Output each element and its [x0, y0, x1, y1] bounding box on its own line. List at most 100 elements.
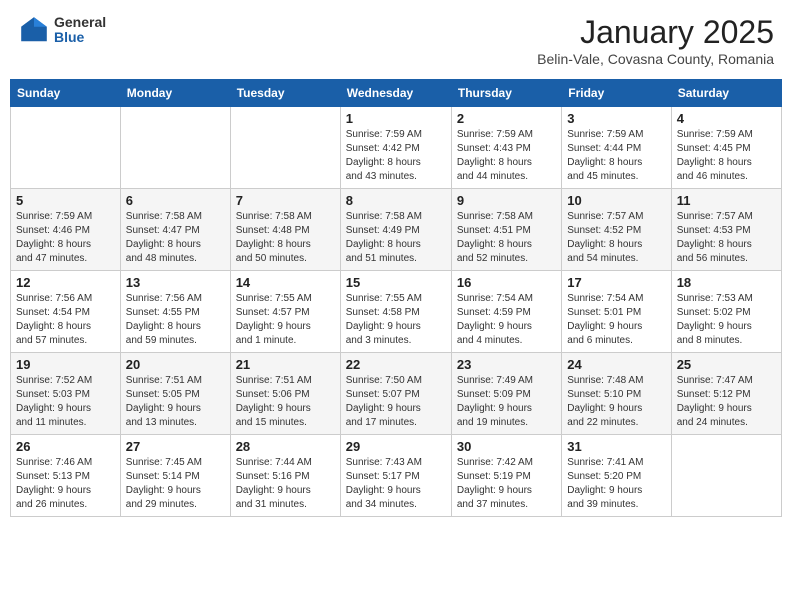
calendar-cell: 26 Sunrise: 7:46 AM Sunset: 5:13 PM Dayli…	[11, 435, 121, 517]
calendar-cell: 5Sunrise: 7:59 AM Sunset: 4:46 PM Daylig…	[11, 189, 121, 271]
calendar-week-row: 1 Sunrise: 7:59 AM Sunset: 4:42 PM Daylig…	[11, 107, 782, 189]
calendar-cell: 22Sunrise: 7:50 AM Sunset: 5:07 PM Dayli…	[340, 353, 451, 435]
calendar-cell: 6Sunrise: 7:58 AM Sunset: 4:47 PM Daylig…	[120, 189, 230, 271]
title-block: January 2025 Belin-Vale, Covasna County,…	[537, 14, 774, 67]
calendar-cell	[120, 107, 230, 189]
calendar-cell: 25 Sunrise: 7:47 AM Sunset: 5:12 PM Dayli…	[671, 353, 781, 435]
day-number: 1	[346, 111, 446, 126]
day-info: Sunrise: 7:56 AM Sunset: 4:55 PM Dayligh…	[126, 292, 225, 348]
day-info: Sunrise: 7:58 AM Sunset: 4:51 PM Dayligh…	[457, 210, 556, 266]
calendar-cell: 3 Sunrise: 7:59 AM Sunset: 4:44 PM Daylig…	[562, 107, 671, 189]
day-number: 19	[16, 357, 115, 372]
calendar-cell: 7Sunrise: 7:58 AM Sunset: 4:48 PM Daylig…	[230, 189, 340, 271]
day-info: Sunrise: 7:57 AM Sunset: 4:52 PM Dayligh…	[567, 210, 665, 266]
calendar-cell: 9 Sunrise: 7:58 AM Sunset: 4:51 PM Daylig…	[451, 189, 561, 271]
day-number: 30	[457, 439, 556, 454]
day-info: Sunrise: 7:59 AM Sunset: 4:45 PM Dayligh…	[677, 128, 776, 184]
day-number: 31	[567, 439, 665, 454]
weekday-header-row: SundayMondayTuesdayWednesdayThursdayFrid…	[11, 80, 782, 107]
day-number: 2	[457, 111, 556, 126]
day-info: Sunrise: 7:56 AM Sunset: 4:54 PM Dayligh…	[16, 292, 115, 348]
day-info: Sunrise: 7:52 AM Sunset: 5:03 PM Dayligh…	[16, 374, 115, 430]
day-info: Sunrise: 7:59 AM Sunset: 4:44 PM Dayligh…	[567, 128, 665, 184]
logo-icon	[18, 14, 50, 46]
day-info: Sunrise: 7:41 AM Sunset: 5:20 PM Dayligh…	[567, 456, 665, 512]
day-info: Sunrise: 7:53 AM Sunset: 5:02 PM Dayligh…	[677, 292, 776, 348]
calendar-cell: 12 Sunrise: 7:56 AM Sunset: 4:54 PM Dayli…	[11, 271, 121, 353]
calendar-cell: 17Sunrise: 7:54 AM Sunset: 5:01 PM Dayli…	[562, 271, 671, 353]
calendar-cell: 27 Sunrise: 7:45 AM Sunset: 5:14 PM Dayli…	[120, 435, 230, 517]
logo-general-text: General	[54, 15, 106, 30]
calendar-cell: 19 Sunrise: 7:52 AM Sunset: 5:03 PM Dayli…	[11, 353, 121, 435]
calendar-cell: 10 Sunrise: 7:57 AM Sunset: 4:52 PM Dayli…	[562, 189, 671, 271]
day-info: Sunrise: 7:47 AM Sunset: 5:12 PM Dayligh…	[677, 374, 776, 430]
day-number: 27	[126, 439, 225, 454]
weekday-header-thursday: Thursday	[451, 80, 561, 107]
calendar-week-row: 26 Sunrise: 7:46 AM Sunset: 5:13 PM Dayli…	[11, 435, 782, 517]
day-number: 12	[16, 275, 115, 290]
day-number: 24	[567, 357, 665, 372]
day-number: 9	[457, 193, 556, 208]
weekday-header-saturday: Saturday	[671, 80, 781, 107]
calendar-cell: 21Sunrise: 7:51 AM Sunset: 5:06 PM Dayli…	[230, 353, 340, 435]
day-number: 14	[236, 275, 335, 290]
calendar-cell	[11, 107, 121, 189]
day-info: Sunrise: 7:44 AM Sunset: 5:16 PM Dayligh…	[236, 456, 335, 512]
day-info: Sunrise: 7:55 AM Sunset: 4:57 PM Dayligh…	[236, 292, 335, 348]
day-number: 17	[567, 275, 665, 290]
day-number: 25	[677, 357, 776, 372]
day-number: 18	[677, 275, 776, 290]
calendar-cell: 13 Sunrise: 7:56 AM Sunset: 4:55 PM Dayli…	[120, 271, 230, 353]
day-info: Sunrise: 7:48 AM Sunset: 5:10 PM Dayligh…	[567, 374, 665, 430]
day-number: 5	[16, 193, 115, 208]
weekday-header-sunday: Sunday	[11, 80, 121, 107]
calendar-week-row: 19 Sunrise: 7:52 AM Sunset: 5:03 PM Dayli…	[11, 353, 782, 435]
day-number: 6	[126, 193, 225, 208]
day-number: 20	[126, 357, 225, 372]
day-info: Sunrise: 7:59 AM Sunset: 4:43 PM Dayligh…	[457, 128, 556, 184]
day-number: 10	[567, 193, 665, 208]
day-info: Sunrise: 7:57 AM Sunset: 4:53 PM Dayligh…	[677, 210, 776, 266]
day-info: Sunrise: 7:59 AM Sunset: 4:42 PM Dayligh…	[346, 128, 446, 184]
day-info: Sunrise: 7:45 AM Sunset: 5:14 PM Dayligh…	[126, 456, 225, 512]
day-number: 13	[126, 275, 225, 290]
calendar-cell: 14 Sunrise: 7:55 AM Sunset: 4:57 PM Dayli…	[230, 271, 340, 353]
month-year-title: January 2025	[537, 14, 774, 51]
calendar-cell: 18 Sunrise: 7:53 AM Sunset: 5:02 PM Dayli…	[671, 271, 781, 353]
day-number: 23	[457, 357, 556, 372]
weekday-header-tuesday: Tuesday	[230, 80, 340, 107]
logo: General Blue	[18, 14, 106, 46]
calendar-cell	[230, 107, 340, 189]
day-info: Sunrise: 7:50 AM Sunset: 5:07 PM Dayligh…	[346, 374, 446, 430]
calendar-week-row: 12 Sunrise: 7:56 AM Sunset: 4:54 PM Dayli…	[11, 271, 782, 353]
calendar-table: SundayMondayTuesdayWednesdayThursdayFrid…	[10, 79, 782, 517]
weekday-header-monday: Monday	[120, 80, 230, 107]
day-number: 26	[16, 439, 115, 454]
calendar-cell: 4Sunrise: 7:59 AM Sunset: 4:45 PM Daylig…	[671, 107, 781, 189]
page-header: General Blue January 2025 Belin-Vale, Co…	[10, 10, 782, 71]
calendar-cell: 1 Sunrise: 7:59 AM Sunset: 4:42 PM Daylig…	[340, 107, 451, 189]
calendar-cell: 8Sunrise: 7:58 AM Sunset: 4:49 PM Daylig…	[340, 189, 451, 271]
calendar-cell: 31 Sunrise: 7:41 AM Sunset: 5:20 PM Dayli…	[562, 435, 671, 517]
day-info: Sunrise: 7:42 AM Sunset: 5:19 PM Dayligh…	[457, 456, 556, 512]
weekday-header-friday: Friday	[562, 80, 671, 107]
logo-blue-text: Blue	[54, 30, 106, 45]
day-number: 15	[346, 275, 446, 290]
day-number: 7	[236, 193, 335, 208]
logo-text: General Blue	[54, 15, 106, 46]
day-number: 28	[236, 439, 335, 454]
weekday-header-wednesday: Wednesday	[340, 80, 451, 107]
day-info: Sunrise: 7:58 AM Sunset: 4:49 PM Dayligh…	[346, 210, 446, 266]
calendar-cell: 15 Sunrise: 7:55 AM Sunset: 4:58 PM Dayli…	[340, 271, 451, 353]
day-info: Sunrise: 7:46 AM Sunset: 5:13 PM Dayligh…	[16, 456, 115, 512]
day-info: Sunrise: 7:55 AM Sunset: 4:58 PM Dayligh…	[346, 292, 446, 348]
calendar-cell: 16 Sunrise: 7:54 AM Sunset: 4:59 PM Dayli…	[451, 271, 561, 353]
calendar-cell: 28 Sunrise: 7:44 AM Sunset: 5:16 PM Dayli…	[230, 435, 340, 517]
day-number: 3	[567, 111, 665, 126]
calendar-week-row: 5Sunrise: 7:59 AM Sunset: 4:46 PM Daylig…	[11, 189, 782, 271]
calendar-cell: 29 Sunrise: 7:43 AM Sunset: 5:17 PM Dayli…	[340, 435, 451, 517]
day-info: Sunrise: 7:54 AM Sunset: 4:59 PM Dayligh…	[457, 292, 556, 348]
day-number: 16	[457, 275, 556, 290]
day-number: 29	[346, 439, 446, 454]
day-info: Sunrise: 7:43 AM Sunset: 5:17 PM Dayligh…	[346, 456, 446, 512]
